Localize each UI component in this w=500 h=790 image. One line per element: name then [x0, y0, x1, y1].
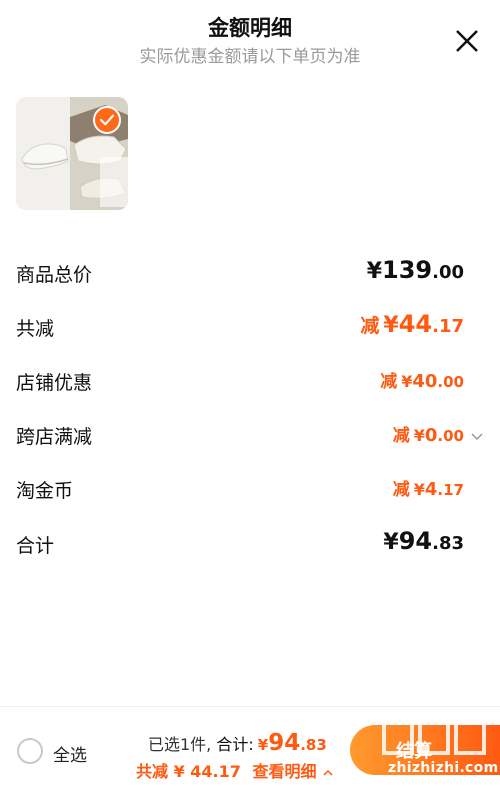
footer-total-currency: ¥	[257, 736, 269, 754]
footer-total-int: 94	[268, 730, 301, 756]
taojinbi-value: 减 ¥4.17	[392, 479, 464, 500]
page-subtitle: 实际优惠金额请以下单页为准	[139, 47, 361, 67]
footer-summary: 已选1件, 合计: ¥94.83	[148, 730, 327, 756]
total-reduction-value: 减 ¥44.17	[360, 310, 464, 338]
goods-total-value: ¥139.00	[366, 256, 464, 284]
shop-discount-value: 减 ¥40.00	[380, 371, 464, 392]
row-cross-shop[interactable]: 跨店满减 减 ¥0.00	[16, 416, 484, 452]
select-all-radio[interactable]	[17, 738, 43, 764]
row-label: 店铺优惠	[16, 372, 93, 394]
footer-total-label: 合计:	[216, 735, 254, 754]
row-label: 跨店满减	[16, 426, 93, 448]
watermark-logo	[382, 711, 486, 755]
chevron-down-icon[interactable]	[470, 430, 484, 444]
row-taojinbi: 淘金币 减 ¥4.17	[16, 470, 484, 506]
watermark: zhizhizhi.com	[380, 705, 498, 789]
row-label: 商品总价	[16, 264, 93, 286]
page-title: 金额明细	[208, 16, 292, 40]
reduction-text: 共减 ¥ 44.17	[136, 762, 241, 781]
check-icon[interactable]	[93, 106, 121, 134]
close-icon[interactable]	[454, 28, 480, 54]
row-label: 合计	[16, 535, 55, 557]
row-goods-total: 商品总价 ¥139.00	[16, 254, 484, 290]
row-label: 共减	[16, 318, 55, 340]
selected-count: 已选1件,	[148, 735, 212, 754]
row-label: 淘金币	[16, 480, 74, 502]
select-all-label[interactable]: 全选	[53, 741, 87, 766]
total-value: ¥94.83	[383, 527, 464, 555]
footer-reduction[interactable]: 共减 ¥ 44.17 查看明细	[136, 758, 334, 782]
watermark-text: zhizhizhi.com	[388, 760, 499, 776]
product-image-left	[16, 97, 70, 210]
chevron-up-icon[interactable]	[322, 767, 334, 779]
header: 金额明细 实际优惠金额请以下单页为准	[0, 0, 500, 80]
row-total: 合计 ¥94.83	[16, 525, 484, 561]
footer-total-dec: .83	[300, 736, 327, 754]
view-detail-link[interactable]: 查看明细	[252, 762, 316, 781]
row-shop-discount: 店铺优惠 减 ¥40.00	[16, 362, 484, 398]
cross-shop-value[interactable]: 减 ¥0.00	[393, 421, 484, 446]
row-total-reduction: 共减 减 ¥44.17	[16, 308, 484, 344]
